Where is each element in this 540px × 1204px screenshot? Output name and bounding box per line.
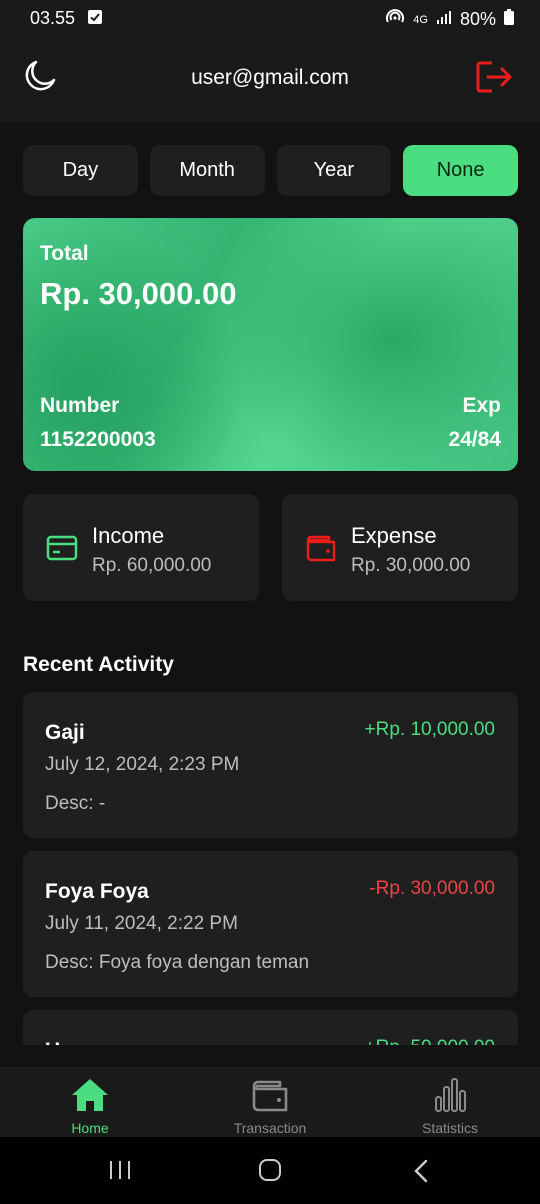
total-label: Total — [40, 242, 89, 265]
activity-item[interactable]: Gaji +Rp. 10,000.00 July 12, 2024, 2:23 … — [23, 692, 518, 838]
activity-amount: +Rp. 10,000.00 — [364, 719, 495, 740]
activity-date: July 12, 2024, 2:23 PM — [45, 754, 240, 775]
activity-amount: -Rp. 30,000.00 — [369, 878, 495, 899]
income-value: Rp. 60,000.00 — [92, 555, 212, 576]
activity-list[interactable]: Gaji +Rp. 10,000.00 July 12, 2024, 2:23 … — [23, 692, 518, 1045]
user-email: user@gmail.com — [191, 66, 349, 89]
nav-statistics[interactable]: Statistics — [360, 1068, 540, 1138]
bar-chart-icon — [430, 1077, 470, 1113]
credit-card-icon — [46, 534, 78, 562]
network-type: 4G — [413, 13, 428, 26]
income-summary: Income Rp. 60,000.00 — [23, 494, 259, 601]
filter-year-button[interactable]: Year — [276, 145, 392, 196]
back-icon[interactable] — [412, 1159, 432, 1188]
card-exp: 24/84 — [448, 428, 501, 451]
home-button-icon[interactable] — [258, 1159, 282, 1186]
activity-item[interactable]: Foya Foya -Rp. 30,000.00 July 11, 2024, … — [23, 851, 518, 997]
expense-summary: Expense Rp. 30,000.00 — [282, 494, 518, 601]
app-header: user@gmail.com — [0, 36, 540, 122]
recent-apps-icon[interactable] — [108, 1159, 132, 1186]
balance-card: Total Rp. 30,000.00 Number 1152200003 Ex… — [23, 218, 518, 471]
nav-transaction[interactable]: Transaction — [180, 1068, 360, 1138]
status-time: 03.55 — [30, 8, 76, 28]
card-exp-label: Exp — [462, 394, 501, 417]
activity-item[interactable]: U +Rp. 50,000.00 — [23, 1010, 518, 1045]
recent-activity-title: Recent Activity — [23, 653, 174, 676]
battery-icon — [504, 9, 514, 30]
activity-date: July 11, 2024, 2:22 PM — [45, 913, 238, 934]
nav-home[interactable]: Home — [0, 1068, 180, 1138]
expense-title: Expense — [351, 523, 437, 548]
hotspot-icon — [385, 8, 405, 31]
total-amount: Rp. 30,000.00 — [40, 276, 237, 311]
nav-home-label: Home — [71, 1120, 109, 1136]
card-number: 1152200003 — [40, 428, 156, 451]
activity-title: Foya Foya — [45, 880, 149, 903]
activity-amount: +Rp. 50,000.00 — [365, 1037, 495, 1045]
filter-none-button[interactable]: None — [403, 145, 518, 196]
status-bar: 03.55 4G 80% — [0, 0, 540, 36]
activity-desc: Desc: Foya foya dengan teman — [45, 952, 310, 973]
income-title: Income — [92, 523, 165, 548]
activity-title: Gaji — [45, 721, 85, 744]
activity-desc: Desc: - — [45, 793, 106, 814]
home-icon — [70, 1077, 110, 1113]
period-filter: Day Month Year None — [23, 145, 518, 196]
wallet-icon — [305, 534, 337, 562]
bottom-navigation: Home Transaction Statistics — [0, 1067, 540, 1138]
signal-icon — [436, 9, 452, 30]
notification-check-icon — [88, 10, 102, 24]
filter-month-button[interactable]: Month — [149, 145, 265, 196]
battery-percent: 80% — [459, 9, 496, 29]
nav-statistics-label: Statistics — [421, 1120, 478, 1136]
nav-transaction-label: Transaction — [233, 1120, 307, 1136]
expense-value: Rp. 30,000.00 — [351, 555, 471, 576]
wallet-icon — [250, 1077, 290, 1113]
card-number-label: Number — [40, 394, 120, 417]
logout-icon[interactable] — [476, 60, 514, 94]
system-navigation-bar — [0, 1137, 540, 1204]
activity-title: U — [45, 1039, 60, 1045]
filter-day-button[interactable]: Day — [23, 145, 138, 196]
